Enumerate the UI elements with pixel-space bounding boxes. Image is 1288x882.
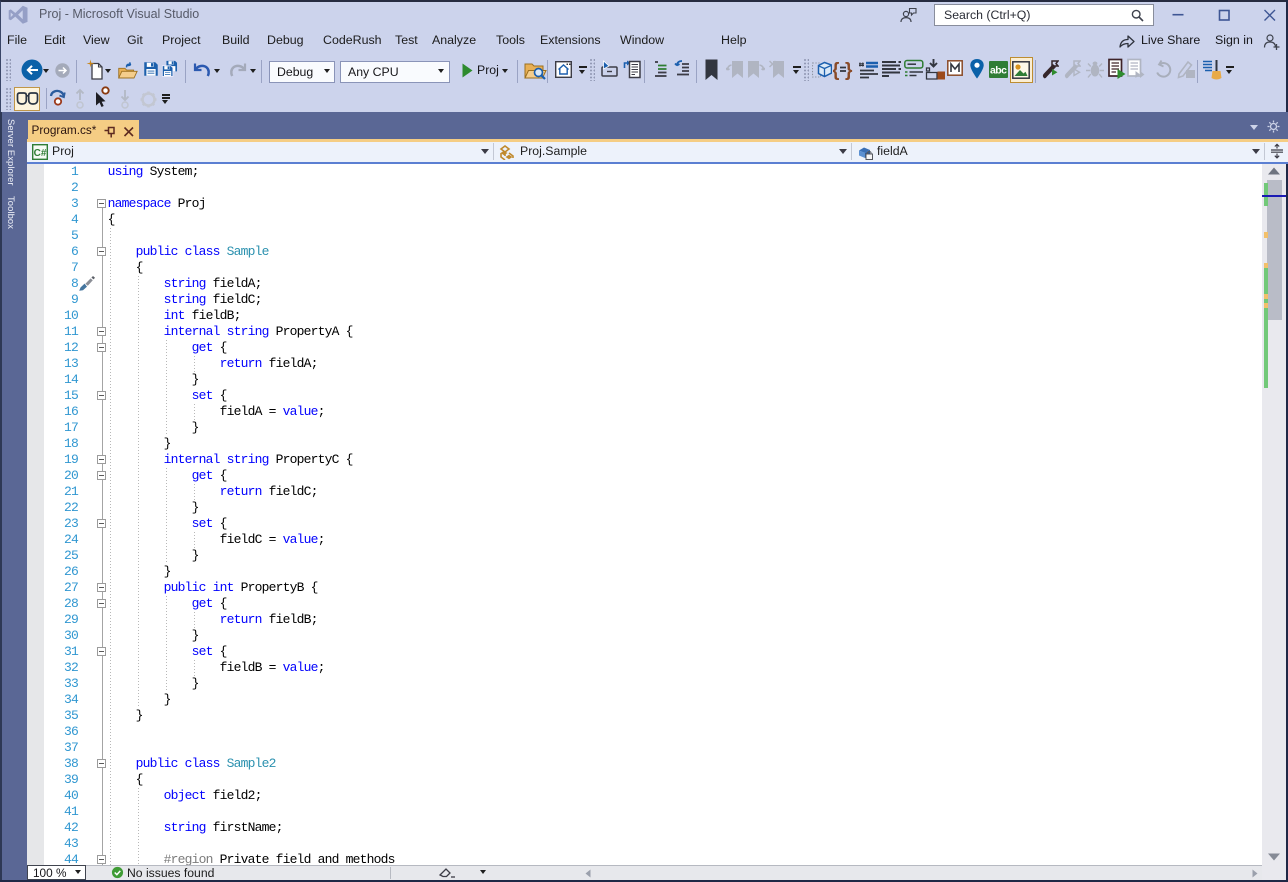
svg-text:{: {	[833, 60, 839, 81]
svg-text:abc: abc	[990, 65, 1007, 77]
svg-text:C#: C#	[34, 148, 47, 159]
svg-text:}: }	[845, 60, 853, 81]
